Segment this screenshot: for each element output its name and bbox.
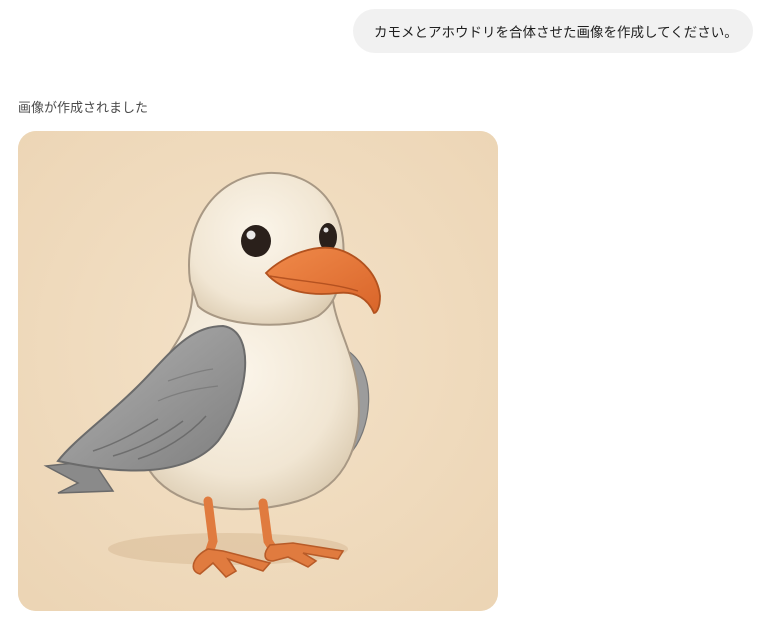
bird-illustration (18, 131, 498, 611)
left-leg (203, 496, 218, 561)
generated-image[interactable] (18, 131, 498, 611)
user-message-text: カモメとアホウドリを合体させた画像を作成してください。 (374, 25, 738, 41)
eye-right (319, 223, 337, 251)
assistant-status-text: 画像が作成されました (18, 101, 149, 116)
eye-left (241, 225, 271, 257)
user-message-bubble: カモメとアホウドリを合体させた画像を作成してください。 (353, 9, 753, 53)
chat-view: カモメとアホウドリを合体させた画像を作成してください。 画像が作成されました (0, 0, 762, 618)
